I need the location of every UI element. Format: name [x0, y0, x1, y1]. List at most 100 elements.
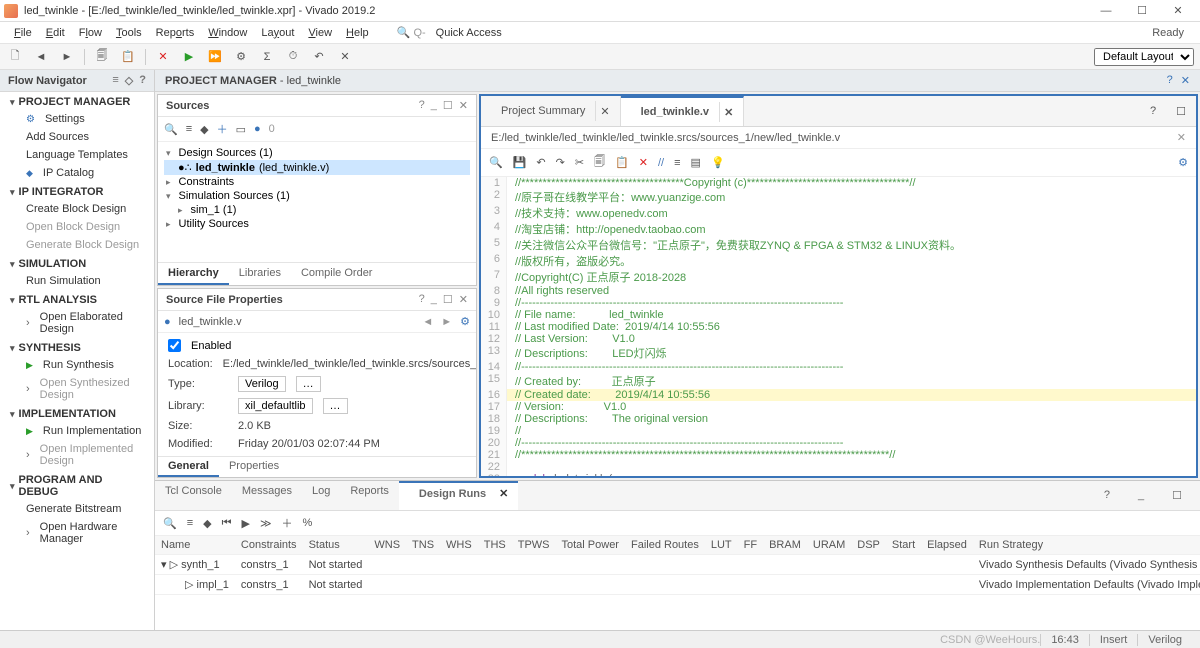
tree-top-module[interactable]: ●∴ led_twinkle (led_twinkle.v) — [164, 160, 470, 175]
col-header[interactable]: Elapsed — [921, 536, 973, 555]
section-prog[interactable]: PROGRAM AND DEBUG — [0, 470, 154, 500]
nav-lang-templates[interactable]: Language Templates — [0, 146, 154, 164]
section-project-manager[interactable]: PROJECT MANAGER — [0, 92, 154, 110]
section-impl[interactable]: IMPLEMENTATION — [0, 404, 154, 422]
nav-open-hw[interactable]: Open Hardware Manager — [0, 518, 154, 548]
min-icon[interactable]: _ — [1128, 485, 1154, 506]
menu-layout[interactable]: Layout — [255, 25, 300, 41]
type-field[interactable]: Verilog — [238, 376, 286, 392]
close-icon[interactable]: ✕ — [1160, 4, 1196, 17]
help-icon[interactable]: ? — [1094, 485, 1120, 506]
nav-add-sources[interactable]: Add Sources — [0, 128, 154, 146]
tree-sim1[interactable]: sim_1 (1) — [164, 203, 470, 217]
outdent-icon[interactable]: ▤ — [691, 156, 701, 169]
collapse-icon[interactable]: ≡ — [186, 123, 192, 135]
menu-flow[interactable]: Flow — [73, 25, 108, 41]
help-icon[interactable]: ? — [419, 293, 425, 306]
add-icon[interactable]: ＋ — [281, 515, 292, 531]
percent-icon[interactable]: % — [302, 517, 312, 529]
next-icon[interactable]: ► — [441, 316, 452, 328]
comment-icon[interactable]: // — [658, 157, 664, 169]
tree-design-sources[interactable]: Design Sources (1) — [164, 146, 470, 160]
close-icon[interactable]: ✕ — [459, 99, 468, 112]
tab-reports[interactable]: Reports — [340, 481, 399, 510]
min-icon[interactable]: _ — [431, 99, 437, 112]
col-header[interactable]: Failed Routes — [625, 536, 705, 555]
nav-run-impl[interactable]: Run Implementation — [0, 422, 154, 440]
max-icon[interactable]: ☐ — [443, 99, 453, 112]
run-icon[interactable]: ▶ — [180, 48, 198, 66]
pin-icon[interactable]: ◇ — [125, 74, 133, 87]
max-icon[interactable]: ☐ — [1166, 96, 1196, 126]
col-header[interactable]: DSP — [851, 536, 886, 555]
play-icon[interactable]: ▶ — [242, 517, 250, 530]
clock-icon[interactable]: ⏱ — [284, 48, 302, 66]
col-header[interactable]: Start — [886, 536, 921, 555]
search-icon[interactable]: 🔍 — [163, 517, 177, 530]
max-icon[interactable]: ☐ — [443, 293, 453, 306]
expand-icon[interactable]: ◆ — [200, 123, 208, 136]
menu-help[interactable]: Help — [340, 25, 375, 41]
nav-gen-bit[interactable]: Generate Bitstream — [0, 500, 154, 518]
lib-field[interactable]: xil_defaultlib — [238, 398, 313, 414]
redo-icon[interactable]: ↷ — [556, 156, 565, 169]
stop-icon[interactable]: ≫ — [260, 517, 272, 530]
copy-icon[interactable]: 🗐 — [594, 153, 605, 172]
tab-project-summary[interactable]: Project Summary ✕ — [481, 96, 621, 126]
close-icon[interactable]: ✕ — [459, 293, 468, 306]
paste-icon[interactable]: 📋 — [615, 156, 629, 169]
col-header[interactable]: WNS — [368, 536, 406, 555]
code-area[interactable]: 1//*************************************… — [481, 177, 1196, 476]
remove-icon[interactable]: ▭ — [236, 123, 246, 136]
quick-access-input[interactable]: 🔍 Q- Quick Access — [391, 23, 514, 43]
tab-design-runs[interactable]: Design Runs ✕ — [399, 481, 519, 510]
col-header[interactable]: TPWS — [512, 536, 556, 555]
nav-open-elab[interactable]: Open Elaborated Design — [0, 308, 154, 338]
minimize-icon[interactable]: ― — [1088, 5, 1124, 17]
col-header[interactable]: Run Strategy — [973, 536, 1200, 555]
menu-reports[interactable]: Reports — [150, 25, 201, 41]
filter-icon[interactable]: ◆ — [203, 517, 211, 530]
table-row[interactable]: ▷ impl_1constrs_1Not started Vivado Impl… — [155, 575, 1200, 595]
cancel-icon[interactable]: ✕ — [154, 48, 172, 66]
tab-libraries[interactable]: Libraries — [229, 263, 291, 285]
help-icon[interactable]: ? — [139, 74, 146, 87]
sigma-icon[interactable]: Σ — [258, 48, 276, 66]
menu-window[interactable]: Window — [202, 25, 253, 41]
fwd-icon[interactable]: ► — [58, 48, 76, 66]
collapse-icon[interactable]: ≡ — [187, 517, 193, 529]
step-icon[interactable]: ⏩ — [206, 48, 224, 66]
layout-selector[interactable]: Default Layout — [1094, 48, 1194, 66]
enabled-checkbox[interactable] — [168, 339, 181, 352]
min-icon[interactable]: _ — [431, 293, 437, 306]
tab-tcl[interactable]: Tcl Console — [155, 481, 232, 510]
nav-open-synth[interactable]: Open Synthesized Design — [0, 374, 154, 404]
nav-open-bd[interactable]: Open Block Design — [0, 218, 154, 236]
delete-icon[interactable]: ✕ — [639, 156, 648, 169]
menu-edit[interactable]: Edit — [40, 25, 71, 41]
undo-icon[interactable]: ↶ — [310, 48, 328, 66]
max-icon[interactable]: ☐ — [1162, 485, 1192, 506]
tab-compile-order[interactable]: Compile Order — [291, 263, 383, 285]
browse-button[interactable]: … — [296, 376, 321, 392]
cut-icon[interactable]: ✂ — [575, 156, 584, 169]
close-icon[interactable]: ✕ — [1177, 131, 1186, 144]
first-icon[interactable]: ⏮ — [222, 517, 232, 530]
menu-file[interactable]: File — [8, 25, 38, 41]
tab-log[interactable]: Log — [302, 481, 340, 510]
menu-view[interactable]: View — [302, 25, 338, 41]
close-icon[interactable]: ✕ — [1181, 74, 1190, 87]
section-rtl[interactable]: RTL ANALYSIS — [0, 290, 154, 308]
add-icon[interactable]: ＋ — [217, 121, 228, 137]
gear-icon[interactable]: ⚙ — [1178, 156, 1188, 169]
tree-sim-sources[interactable]: Simulation Sources (1) — [164, 189, 470, 203]
tree-utility[interactable]: Utility Sources — [164, 217, 470, 231]
help-icon[interactable]: ? — [1140, 96, 1166, 126]
nav-open-impl[interactable]: Open Implemented Design — [0, 440, 154, 470]
tab-messages[interactable]: Messages — [232, 481, 302, 510]
col-header[interactable]: TNS — [406, 536, 440, 555]
col-header[interactable]: THS — [478, 536, 512, 555]
help-icon[interactable]: ? — [419, 99, 425, 112]
col-header[interactable]: WHS — [440, 536, 478, 555]
new-icon[interactable]: 🗋 — [6, 48, 24, 66]
